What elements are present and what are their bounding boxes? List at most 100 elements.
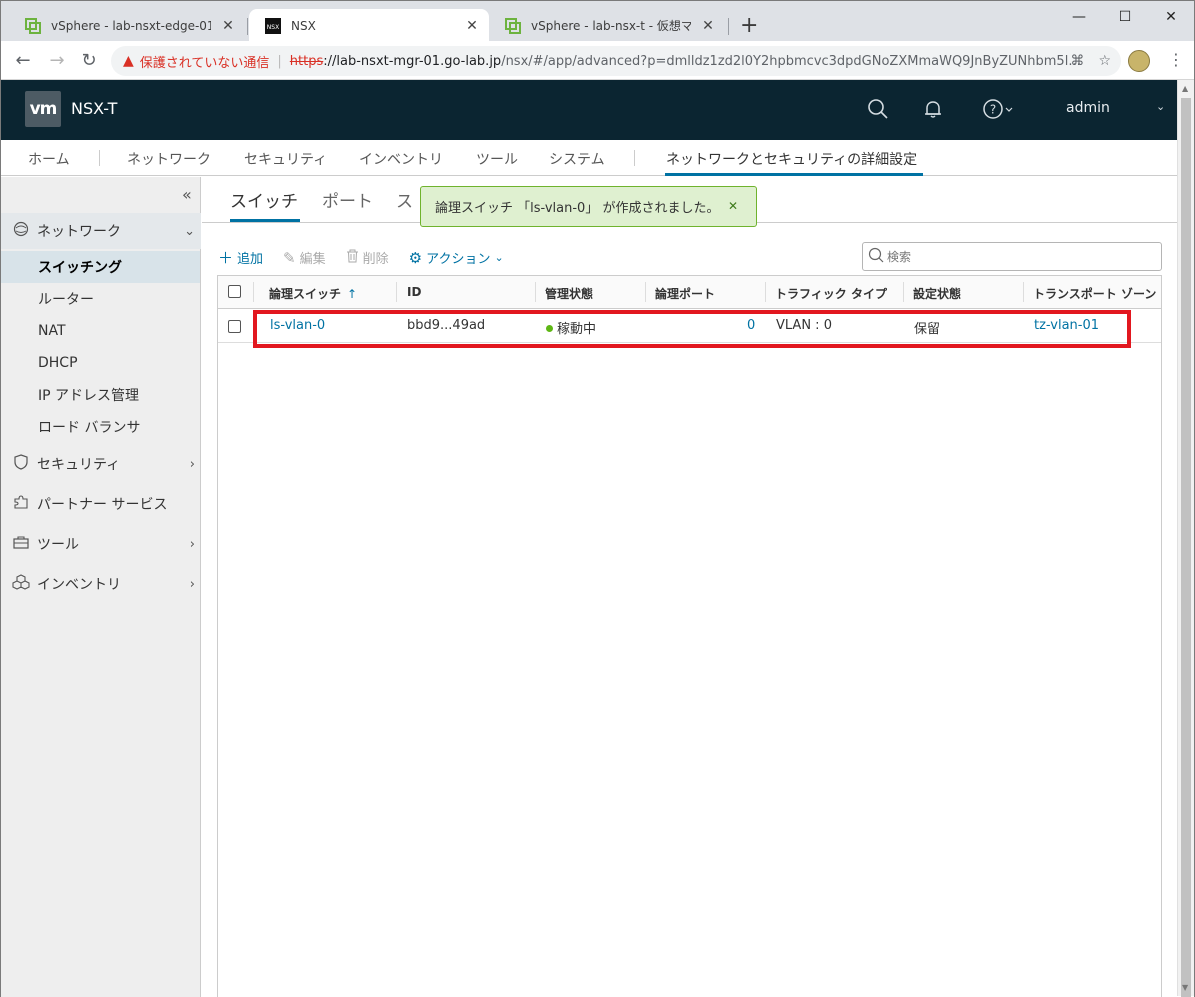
sidebar-group-partner-services[interactable]: パートナー サービス — [1, 486, 201, 522]
chevron-down-icon[interactable]: ⌄ — [184, 224, 195, 239]
bell-icon[interactable] — [922, 98, 944, 125]
search-icon — [868, 247, 884, 267]
sidebar-group-tools[interactable]: ツール › — [1, 526, 201, 562]
nav-home[interactable]: ホーム — [28, 149, 70, 169]
sidebar-item-switching[interactable]: スイッチング — [1, 251, 200, 283]
window-close-icon[interactable]: ✕ — [1148, 3, 1194, 31]
row-checkbox[interactable] — [228, 320, 241, 333]
search-input[interactable]: 検索 — [862, 242, 1162, 271]
sidebar-item-nat[interactable]: NAT — [1, 315, 200, 347]
back-icon[interactable]: ← — [13, 50, 33, 71]
sidebar-group-network[interactable]: ネットワーク ⌄ — [1, 213, 201, 249]
pencil-icon: ✎ — [283, 248, 296, 267]
shield-icon — [11, 454, 31, 474]
help-icon[interactable]: ? — [982, 98, 1016, 125]
url-path: /nsx/#/app/advanced?p=dmlldz1zd2l0Y2hpbm… — [501, 53, 1081, 69]
browser-tab-nsx[interactable]: NSX NSX ✕ — [249, 9, 489, 42]
sidebar-group-label: セキュリティ — [37, 457, 121, 473]
scroll-down-icon[interactable]: ▼ — [1182, 983, 1188, 992]
new-tab-button[interactable]: + — [740, 13, 758, 39]
scroll-thumb[interactable] — [1181, 98, 1191, 997]
chevron-right-icon[interactable]: › — [190, 457, 195, 472]
column-header-admin-state[interactable]: 管理状態 — [545, 285, 593, 302]
column-divider — [396, 282, 397, 302]
search-icon[interactable] — [867, 98, 889, 125]
nav-divider — [99, 150, 100, 166]
tab-switches[interactable]: スイッチ — [230, 187, 298, 212]
collapse-sidebar-icon[interactable]: « — [182, 185, 192, 204]
scroll-up-icon[interactable]: ▲ — [1182, 84, 1188, 93]
close-icon[interactable]: ✕ — [701, 18, 715, 34]
column-header-logical-ports[interactable]: 論理ポート — [655, 285, 715, 302]
sort-ascending-icon[interactable]: ↑ — [347, 287, 357, 301]
browser-tab-vsphere-nsx[interactable]: vSphere - lab-nsx-t - 仮想マシン ✕ — [489, 9, 725, 42]
translate-icon[interactable]: ⌘ — [1070, 53, 1084, 69]
close-icon[interactable]: ✕ — [221, 18, 235, 34]
address-bar[interactable]: ▲ 保護されていない通信 | https ://lab-nsxt-mgr-01.… — [111, 46, 1121, 76]
column-header-traffic-type[interactable]: トラフィック タイプ — [775, 285, 887, 302]
url-scheme: https — [289, 53, 324, 69]
minimize-icon[interactable]: — — [1056, 3, 1102, 31]
bookmark-star-icon[interactable]: ☆ — [1098, 53, 1111, 69]
logical-switch-table: 論理スイッチ ↑ ID 管理状態 論理ポート トラフィック タイプ 設定状態 トラ… — [217, 275, 1162, 997]
vsphere-icon — [25, 17, 41, 34]
nav-security[interactable]: セキュリティ — [244, 149, 327, 169]
column-header-transport-zone[interactable]: トランスポート ゾーン — [1033, 285, 1156, 302]
sidebar-item-load-balancer[interactable]: ロード バランサ — [1, 411, 200, 443]
nav-advanced-networking[interactable]: ネットワークとセキュリティの詳細設定 — [666, 149, 917, 169]
toolbox-icon — [11, 535, 31, 553]
warning-icon[interactable]: ▲ — [123, 53, 134, 69]
column-header-name[interactable]: 論理スイッチ ↑ — [269, 285, 357, 302]
chevron-right-icon[interactable]: › — [190, 537, 195, 552]
nav-inventory[interactable]: インベントリ — [359, 149, 443, 169]
svg-text:NSX: NSX — [267, 24, 279, 31]
url-divider: | — [277, 53, 282, 69]
table-header: 論理スイッチ ↑ ID 管理状態 論理ポート トラフィック タイプ 設定状態 トラ… — [218, 276, 1161, 309]
user-menu[interactable]: admin — [1066, 100, 1110, 116]
chevron-right-icon[interactable]: › — [190, 577, 195, 592]
tab-title: vSphere - lab-nsx-t - 仮想マシン — [531, 19, 691, 33]
nav-network[interactable]: ネットワーク — [127, 149, 211, 169]
forward-icon[interactable]: → — [47, 50, 67, 71]
plus-icon: ＋ — [218, 249, 234, 267]
browser-titlebar: vSphere - lab-nsxt-edge-01 - サマ ✕ NSX NS… — [0, 0, 1195, 42]
add-button[interactable]: ＋ 追加 — [218, 247, 263, 268]
edit-button[interactable]: ✎ 編集 — [283, 248, 326, 268]
reload-icon[interactable]: ↻ — [79, 50, 99, 71]
app-header: vm NSX-T ? admin ⌄ — [1, 80, 1177, 140]
sidebar-item-dhcp[interactable]: DHCP — [1, 347, 200, 379]
delete-button[interactable]: 削除 — [346, 248, 389, 267]
page-scrollbar[interactable]: ▲ ▼ — [1177, 80, 1194, 997]
security-label[interactable]: 保護されていない通信 — [140, 52, 270, 71]
browser-menu-icon[interactable]: ⋮ — [1168, 50, 1184, 69]
sidebar-group-inventory[interactable]: インベントリ › — [1, 566, 201, 602]
maximize-icon[interactable]: ☐ — [1102, 3, 1148, 31]
search-placeholder: 検索 — [887, 250, 912, 264]
sidebar-group-label: パートナー サービス — [37, 497, 168, 513]
column-divider — [765, 282, 766, 302]
close-icon[interactable]: ✕ — [465, 18, 479, 34]
sidebar-item-routers[interactable]: ルーター — [1, 283, 200, 315]
sidebar-group-security[interactable]: セキュリティ › — [1, 446, 201, 482]
tab-ports[interactable]: ポート — [322, 187, 373, 212]
puzzle-icon — [11, 494, 31, 514]
highlight-box — [253, 310, 1131, 348]
nav-system[interactable]: システム — [549, 149, 605, 169]
column-divider — [645, 282, 646, 302]
vsphere-icon — [505, 17, 521, 34]
tab-switch-profiles[interactable]: ス — [396, 187, 413, 212]
profile-avatar[interactable] — [1128, 50, 1150, 72]
select-all-checkbox[interactable] — [228, 285, 241, 298]
sidebar-item-ipam[interactable]: IP アドレス管理 — [1, 379, 200, 411]
nav-tools[interactable]: ツール — [476, 149, 518, 169]
delete-label: 削除 — [362, 252, 389, 267]
actions-menu-button[interactable]: ⚙ アクション ⌄ — [409, 248, 504, 268]
close-icon[interactable]: ✕ — [728, 199, 738, 213]
sidebar-group-label: ネットワーク — [37, 224, 121, 240]
chevron-down-icon: ⌄ — [494, 251, 504, 264]
browser-tab-vsphere-edge[interactable]: vSphere - lab-nsxt-edge-01 - サマ ✕ — [9, 9, 245, 42]
column-header-config-state[interactable]: 設定状態 — [913, 285, 961, 302]
active-nav-indicator — [665, 173, 923, 176]
column-header-id[interactable]: ID — [407, 285, 421, 299]
chevron-down-icon[interactable]: ⌄ — [1156, 100, 1165, 113]
